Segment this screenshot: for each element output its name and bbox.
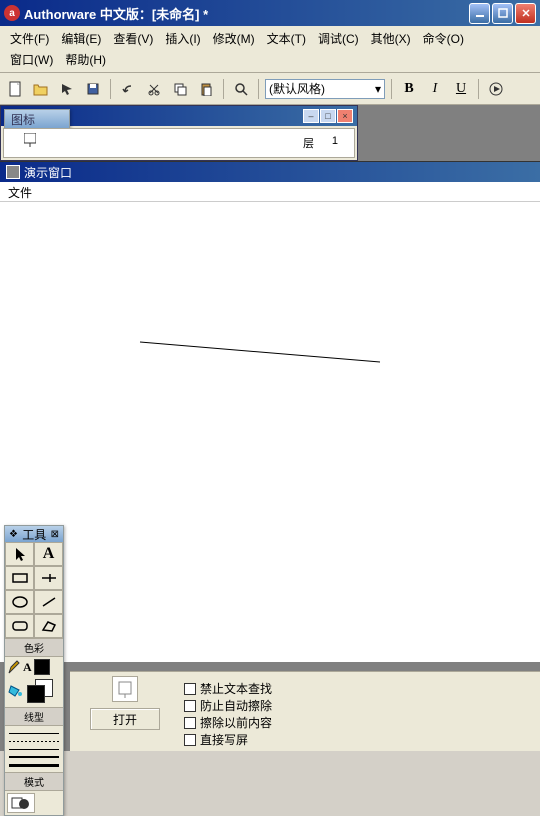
flowline-body[interactable]: 层 1 [3,128,355,158]
layer-label: 层 [303,135,314,151]
check-label: 禁止文本查找 [200,680,272,697]
close-button[interactable] [515,3,536,24]
pencil-icon [7,659,21,675]
presentation-icon [6,165,20,179]
tools-panel-close-icon[interactable]: ⊠ [51,529,59,540]
check-label: 擦除以前内容 [200,714,272,731]
menu-file[interactable]: 文件(F) [4,28,55,49]
menu-view[interactable]: 查看(V) [107,28,159,49]
polygon-tool[interactable] [34,614,63,638]
tools-panel: ❖ 工具 ⊠ A 色彩 A 线型 [4,525,64,816]
find-icon[interactable] [230,78,252,100]
text-tool[interactable]: A [34,542,63,566]
open-button[interactable]: 打开 [90,708,160,730]
menu-text[interactable]: 文本(T) [261,28,312,49]
display-icon[interactable] [24,133,36,147]
menu-edit[interactable]: 编辑(E) [55,28,107,49]
pointer-tool[interactable] [5,542,34,566]
bold-button[interactable]: B [398,78,420,100]
text-color-swatch[interactable] [34,659,50,675]
inspector-area: 打开 禁止文本查找 防止自动擦除 擦除以前内容 直接写屏 [70,671,540,751]
fg-bg-color-swatch[interactable] [27,679,55,703]
icons-panel-title[interactable]: 图标 [5,110,69,128]
menu-other[interactable]: 其他(X) [365,28,417,49]
arrow-icon[interactable] [56,78,78,100]
presentation-menu-file[interactable]: 文件 [8,186,32,200]
presentation-titlebar[interactable]: 演示窗口 [0,162,540,182]
save-icon[interactable] [82,78,104,100]
presentation-title-text: 演示窗口 [24,164,72,181]
style-dropdown[interactable]: (默认风格) ▾ [265,79,385,99]
line-width-picker[interactable] [5,726,63,772]
menu-modify[interactable]: 修改(M) [207,28,261,49]
workspace: 图标 ? [未命名] – □ × 层 1 演示窗口 文件 [0,105,540,751]
window-controls [469,3,536,24]
color-section-label: 色彩 [5,638,63,657]
maximize-button[interactable] [492,3,513,24]
flowline-close-button[interactable]: × [337,109,353,123]
cut-icon[interactable] [143,78,165,100]
app-icon: a [4,5,20,21]
paste-icon[interactable] [195,78,217,100]
copy-icon[interactable] [169,78,191,100]
layer-number: 1 [332,135,338,147]
tools-panel-title-text: 工具 [22,526,46,543]
minimize-button[interactable] [469,3,490,24]
italic-button[interactable]: I [424,78,446,100]
menubar: 文件(F) 编辑(E) 查看(V) 插入(I) 修改(M) 文本(T) 调试(C… [0,26,540,73]
rectangle-tool[interactable] [5,566,34,590]
line-tool[interactable] [34,566,63,590]
tools-panel-titlebar[interactable]: ❖ 工具 ⊠ [5,526,63,542]
underline-button[interactable]: U [450,78,472,100]
check-disable-text-search[interactable]: 禁止文本查找 [184,680,536,697]
menu-window[interactable]: 窗口(W) [4,49,59,70]
chevron-down-icon: ▾ [375,82,381,96]
check-erase-previous[interactable]: 擦除以前内容 [184,714,536,731]
menu-help[interactable]: 帮助(H) [59,49,112,70]
rounded-rect-tool[interactable] [5,614,34,638]
check-direct-to-screen[interactable]: 直接写屏 [184,731,536,748]
presentation-window: 演示窗口 文件 [0,161,540,662]
line-section-label: 线型 [5,707,63,726]
flowline-minimize-button[interactable]: – [303,109,319,123]
flowline-maximize-button[interactable]: □ [320,109,336,123]
bucket-icon[interactable] [7,684,23,698]
window-titlebar: a Authorware 中文版：[未命名] * [0,0,540,26]
window-title: Authorware 中文版：[未命名] * [24,4,469,23]
run-icon[interactable] [485,78,507,100]
mode-opaque[interactable] [7,793,35,813]
menu-debug[interactable]: 调试(C) [312,28,365,49]
presentation-menubar: 文件 [0,182,540,202]
new-file-icon[interactable] [4,78,26,100]
check-label: 直接写屏 [200,731,248,748]
icons-panel-title-text: 图标 [11,111,35,128]
presentation-canvas[interactable] [0,202,540,662]
icon-preview[interactable] [112,676,138,702]
undo-icon[interactable] [117,78,139,100]
toolbar: (默认风格) ▾ B I U [0,73,540,105]
menu-command[interactable]: 命令(O) [417,28,470,49]
open-file-icon[interactable] [30,78,52,100]
ellipse-tool[interactable] [5,590,34,614]
menu-insert[interactable]: 插入(I) [159,28,206,49]
diagonal-line-tool[interactable] [34,590,63,614]
style-dropdown-label: (默认风格) [269,80,325,97]
mode-section-label: 模式 [5,772,63,791]
